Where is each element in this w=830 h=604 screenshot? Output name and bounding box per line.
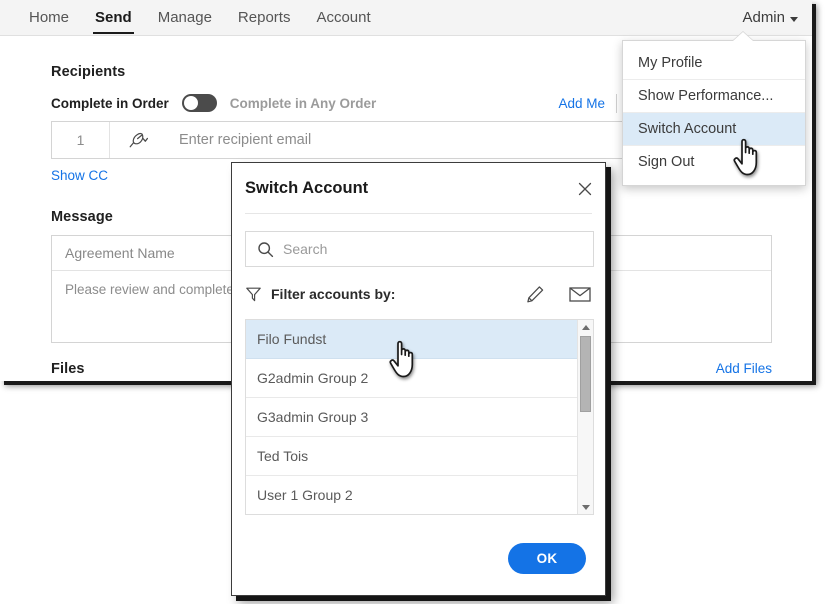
funnel-icon	[246, 287, 261, 301]
complete-in-order-label: Complete in Order	[51, 95, 169, 111]
account-list-scrollbar[interactable]	[577, 320, 593, 514]
menu-item-my-profile[interactable]: My Profile	[623, 47, 805, 79]
divider	[616, 93, 617, 113]
account-list-container: Filo Fundst G2admin Group 2 G3admin Grou…	[245, 319, 594, 515]
recipient-index: 1	[52, 122, 110, 158]
close-icon[interactable]	[576, 180, 594, 198]
nav-item-manage[interactable]: Manage	[145, 0, 225, 36]
pencil-icon[interactable]	[526, 285, 545, 304]
nav-item-reports[interactable]: Reports	[225, 0, 304, 36]
dialog-header: Switch Account	[232, 163, 605, 211]
search-icon	[258, 241, 274, 257]
signature-pen-icon	[129, 132, 148, 147]
toggle-knob	[183, 96, 198, 110]
files-section-title: Files	[51, 361, 85, 377]
envelope-icon[interactable]	[569, 286, 591, 303]
admin-menu-trigger[interactable]: Admin	[742, 0, 798, 36]
nav-items: Home Send Manage Reports Account	[16, 0, 384, 36]
complete-in-any-order-label: Complete in Any Order	[229, 95, 377, 111]
show-cc-link[interactable]: Show CC	[51, 168, 108, 183]
admin-menu-label: Admin	[742, 9, 785, 26]
account-list-item[interactable]: G2admin Group 2	[246, 359, 577, 398]
menu-item-switch-account[interactable]: Switch Account	[623, 112, 805, 145]
account-list-item[interactable]: User 1 Group 2	[246, 476, 577, 514]
scrollbar-thumb[interactable]	[580, 336, 591, 412]
add-files-link[interactable]: Add Files	[716, 361, 772, 376]
scroll-up-arrow-icon[interactable]	[578, 320, 593, 334]
account-search-input[interactable]: Search	[245, 231, 594, 267]
admin-dropdown-menu: My Profile Show Performance... Switch Ac…	[622, 40, 806, 186]
completion-order-toggle[interactable]	[181, 94, 217, 112]
switch-account-dialog: Switch Account Search Filter accounts by…	[231, 162, 606, 596]
divider	[245, 213, 592, 214]
menu-item-sign-out[interactable]: Sign Out	[623, 145, 805, 178]
top-navigation-bar: Home Send Manage Reports Account Admin	[0, 0, 812, 36]
add-me-link[interactable]: Add Me	[558, 96, 605, 111]
dialog-title: Switch Account	[245, 179, 369, 197]
nav-item-home[interactable]: Home	[16, 0, 82, 36]
filter-accounts-label: Filter accounts by:	[271, 286, 396, 302]
menu-item-show-performance[interactable]: Show Performance...	[623, 79, 805, 112]
filter-row: Filter accounts by:	[245, 281, 594, 307]
chevron-down-icon	[790, 16, 798, 22]
add-me-wrap: Add Me	[558, 92, 617, 114]
account-list-item[interactable]: Filo Fundst	[246, 320, 577, 359]
account-list-item[interactable]: Ted Tois	[246, 437, 577, 476]
message-section-title: Message	[51, 209, 113, 225]
account-search-placeholder: Search	[283, 241, 328, 257]
completion-order-row: Complete in Order Complete in Any Order	[51, 92, 376, 114]
ok-button[interactable]: OK	[508, 543, 586, 574]
nav-item-send[interactable]: Send	[82, 0, 145, 36]
scroll-down-arrow-icon[interactable]	[578, 500, 593, 514]
nav-item-account[interactable]: Account	[303, 0, 383, 36]
account-list-item[interactable]: G3admin Group 3	[246, 398, 577, 437]
recipients-section-title: Recipients	[51, 64, 126, 80]
recipient-role-selector[interactable]	[110, 122, 167, 158]
account-list: Filo Fundst G2admin Group 2 G3admin Grou…	[246, 320, 577, 514]
filter-actions	[526, 285, 594, 304]
